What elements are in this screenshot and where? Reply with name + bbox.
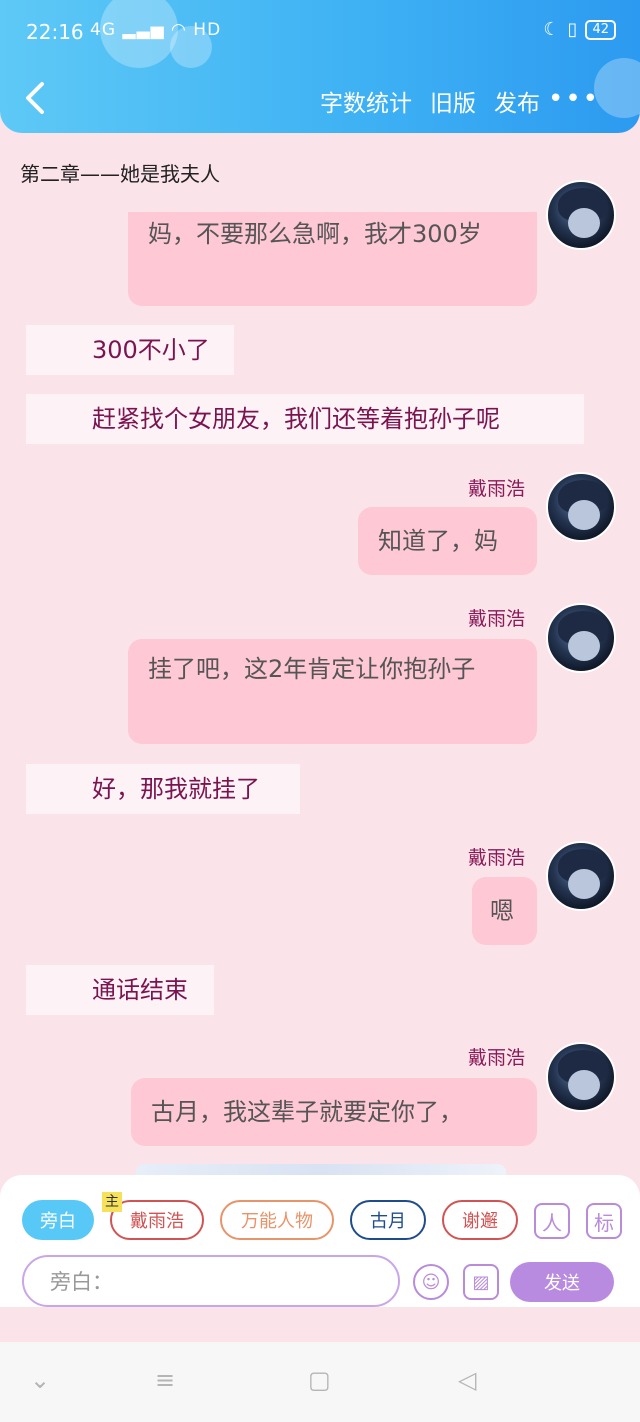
role-chip-gu-yue[interactable]: 古月 — [350, 1200, 426, 1240]
network-label: HD — [193, 20, 222, 40]
add-character-icon[interactable]: 人 — [534, 1203, 570, 1239]
decor-bubble — [594, 58, 640, 118]
message-bubble[interactable]: 妈，不要那么急啊，我才300岁 — [128, 212, 537, 306]
avatar[interactable] — [546, 180, 616, 250]
back-icon[interactable] — [20, 78, 52, 118]
send-button[interactable]: 发送 — [510, 1262, 614, 1302]
role-chip-xie-xie[interactable]: 谢邂 — [442, 1200, 518, 1240]
role-selector: 旁白 主 戴雨浩 万能人物 古月 谢邂 — [22, 1192, 534, 1240]
moon-icon: ☾ — [543, 19, 560, 40]
narration-line[interactable]: 通话结束 — [26, 965, 214, 1015]
message-bubble[interactable]: 嗯 — [472, 877, 537, 945]
speaker-name: 戴雨浩 — [468, 478, 526, 500]
avatar[interactable] — [546, 603, 616, 673]
avatar-face — [568, 869, 600, 899]
narration-line[interactable]: 300不小了 — [26, 325, 234, 375]
status-time: 22:16 — [26, 20, 84, 44]
avatar-face — [568, 208, 600, 238]
message-input[interactable]: 旁白： — [22, 1255, 400, 1307]
tag-icon[interactable]: 标 — [586, 1203, 622, 1239]
back-triangle-icon[interactable]: ◁ — [458, 1366, 476, 1394]
role-chip-label: 戴雨浩 — [130, 1211, 184, 1232]
message-bubble[interactable]: 挂了吧，这2年肯定让你抱孙子 — [128, 639, 537, 744]
menu-icon[interactable]: ≡ — [155, 1366, 175, 1394]
avatar-face — [568, 500, 600, 530]
image-icon[interactable]: ▨ — [463, 1264, 499, 1300]
speaker-name: 戴雨浩 — [468, 608, 526, 630]
signal-label: 4G — [90, 20, 116, 40]
emoji-icon[interactable]: ☺ — [413, 1264, 449, 1300]
chapter-title: 第二章——她是我夫人 — [20, 162, 220, 186]
message-bubble[interactable]: 知道了，妈 — [358, 507, 537, 575]
word-count-button[interactable]: 字数统计 — [320, 84, 412, 118]
role-chip-narrator[interactable]: 旁白 — [22, 1200, 94, 1240]
vibrate-icon: ▯ — [567, 19, 578, 40]
home-icon[interactable]: ▢ — [308, 1366, 331, 1394]
role-chip-universal[interactable]: 万能人物 — [220, 1200, 334, 1240]
header-actions: 字数统计 旧版 发布 — [320, 84, 540, 118]
narration-line[interactable]: 赶紧找个女朋友，我们还等着抱孙子呢 — [26, 394, 584, 444]
avatar[interactable] — [546, 841, 616, 911]
status-right: ☾ ▯ 42 — [543, 19, 616, 40]
signal-bars-icon: ▂▃▅ — [122, 20, 165, 40]
narration-line[interactable]: 好，那我就挂了 — [26, 764, 300, 814]
main-role-badge: 主 — [102, 1192, 122, 1212]
speaker-name: 戴雨浩 — [468, 847, 526, 869]
avatar-face — [568, 1070, 600, 1100]
wifi-icon: ◠ — [171, 20, 187, 40]
signal-indicator: 4G ▂▃▅ ◠ HD — [90, 20, 221, 40]
system-nav-bar: ⌄ ≡ ▢ ◁ — [0, 1342, 640, 1422]
app-header: 22:16 4G ▂▃▅ ◠ HD ☾ ▯ 42 字数统计 旧版 发布 ••• — [0, 0, 640, 133]
battery-level: 42 — [585, 19, 616, 40]
message-bubble[interactable]: 古月，我这辈子就要定你了， — [131, 1078, 537, 1146]
avatar[interactable] — [546, 472, 616, 542]
role-chip-dai-yuhao[interactable]: 主 戴雨浩 — [102, 1192, 204, 1240]
chevron-down-icon[interactable]: ⌄ — [30, 1366, 50, 1394]
speaker-name: 戴雨浩 — [468, 1047, 526, 1069]
avatar-face — [568, 631, 600, 661]
publish-button[interactable]: 发布 — [494, 84, 540, 118]
old-version-button[interactable]: 旧版 — [430, 84, 476, 118]
more-icon[interactable]: ••• — [548, 86, 600, 112]
composer-panel: 旁白 主 戴雨浩 万能人物 古月 谢邂 人 标 旁白： ☺ ▨ 发送 — [0, 1175, 640, 1307]
avatar[interactable] — [546, 1042, 616, 1112]
